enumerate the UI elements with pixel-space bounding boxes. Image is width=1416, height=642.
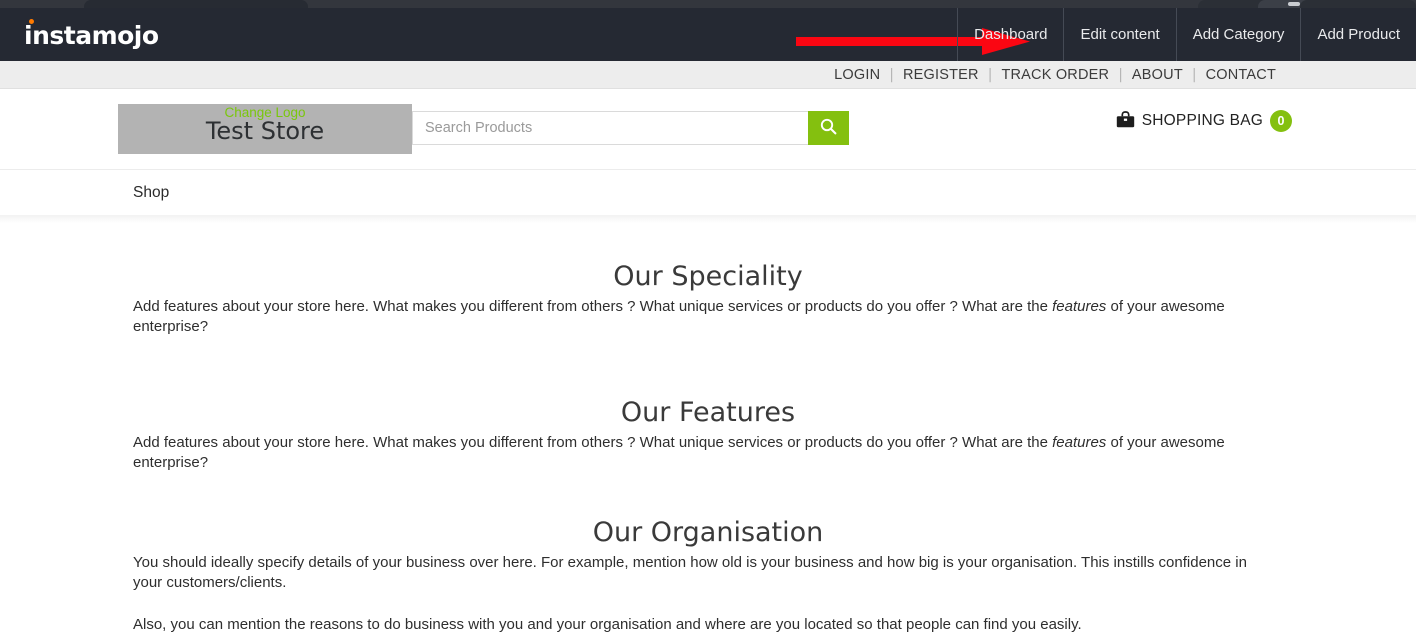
browser-tab-favicon <box>1288 2 1300 6</box>
admin-nav-item-add-product[interactable]: Add Product <box>1300 8 1416 61</box>
utility-separator: | <box>1118 66 1123 83</box>
section-title-our-speciality: Our Speciality <box>613 261 803 292</box>
section-title-our-features: Our Features <box>620 397 796 428</box>
utility-separator: | <box>889 66 894 83</box>
store-logo-placeholder[interactable]: Change Logo Test Store <box>118 104 412 154</box>
utility-link-track-order[interactable]: TRACK ORDER <box>1001 67 1109 83</box>
shopping-bag-icon <box>1116 110 1135 132</box>
section-body-text: Add features about your store here. What… <box>133 434 1053 451</box>
browser-tab[interactable] <box>1300 0 1416 8</box>
main-content: Our Speciality Add features about your s… <box>0 223 1416 642</box>
utility-separator: | <box>1191 66 1197 83</box>
admin-nav-item-edit-content[interactable]: Edit content <box>1063 8 1175 61</box>
search-input[interactable] <box>412 111 808 145</box>
shopping-bag-label: SHOPPING BAG <box>1141 112 1263 129</box>
utility-link-register[interactable]: REGISTER <box>903 67 979 83</box>
admin-nav-label: Add Category <box>1192 26 1285 43</box>
utility-link-about[interactable]: ABOUT <box>1132 67 1183 83</box>
store-name: Test Store <box>205 117 325 145</box>
section-body-our-features: Add features about your store here. What… <box>0 433 1416 473</box>
content-divider <box>0 215 1416 223</box>
section-body-our-organisation-p1: You should ideally specify details of yo… <box>133 554 1247 591</box>
section-title-our-organisation: Our Organisation <box>592 517 824 548</box>
utility-link-login[interactable]: LOGIN <box>834 67 880 83</box>
shop-nav-item-shop[interactable]: Shop <box>133 184 169 202</box>
section-body-emphasis: features <box>1052 434 1107 451</box>
search-icon <box>820 118 837 138</box>
admin-nav-item-add-category[interactable]: Add Category <box>1175 8 1301 61</box>
shopping-bag-count: 0 <box>1270 110 1292 132</box>
instamojo-logo[interactable]: instamojo <box>24 19 184 50</box>
utility-separator: | <box>987 66 993 83</box>
instamojo-logo-text: instamojo <box>24 21 159 50</box>
admin-nav-label: Dashboard <box>974 26 1048 43</box>
browser-chrome <box>0 0 1416 8</box>
admin-nav-label: Add Product <box>1317 26 1400 43</box>
shop-navigation-bar: Shop <box>0 169 1416 215</box>
search-bar <box>412 111 849 145</box>
utility-links-bar: LOGIN | REGISTER | TRACK ORDER | ABOUT |… <box>0 61 1416 89</box>
admin-navbar: instamojo Dashboard Edit content Add Cat… <box>0 8 1416 61</box>
search-button[interactable] <box>808 111 849 145</box>
section-body-text: Add features about your store here. What… <box>133 298 1053 315</box>
section-body-our-organisation-p2: Also, you can mention the reasons to do … <box>133 616 1082 633</box>
logo-dot-icon <box>29 19 34 24</box>
admin-nav-list: Dashboard Edit content Add Category Add … <box>957 8 1416 61</box>
section-body-our-speciality: Add features about your store here. What… <box>0 297 1416 337</box>
shopping-bag[interactable]: SHOPPING BAG 0 <box>1116 110 1292 132</box>
browser-tab[interactable] <box>84 0 308 8</box>
admin-nav-item-dashboard[interactable]: Dashboard <box>957 8 1063 61</box>
utility-link-contact[interactable]: CONTACT <box>1206 67 1276 83</box>
admin-nav-label: Edit content <box>1080 26 1160 43</box>
section-body-emphasis: features <box>1052 298 1107 315</box>
store-header: Change Logo Test Store SHOPPING BAG 0 <box>0 90 1416 169</box>
